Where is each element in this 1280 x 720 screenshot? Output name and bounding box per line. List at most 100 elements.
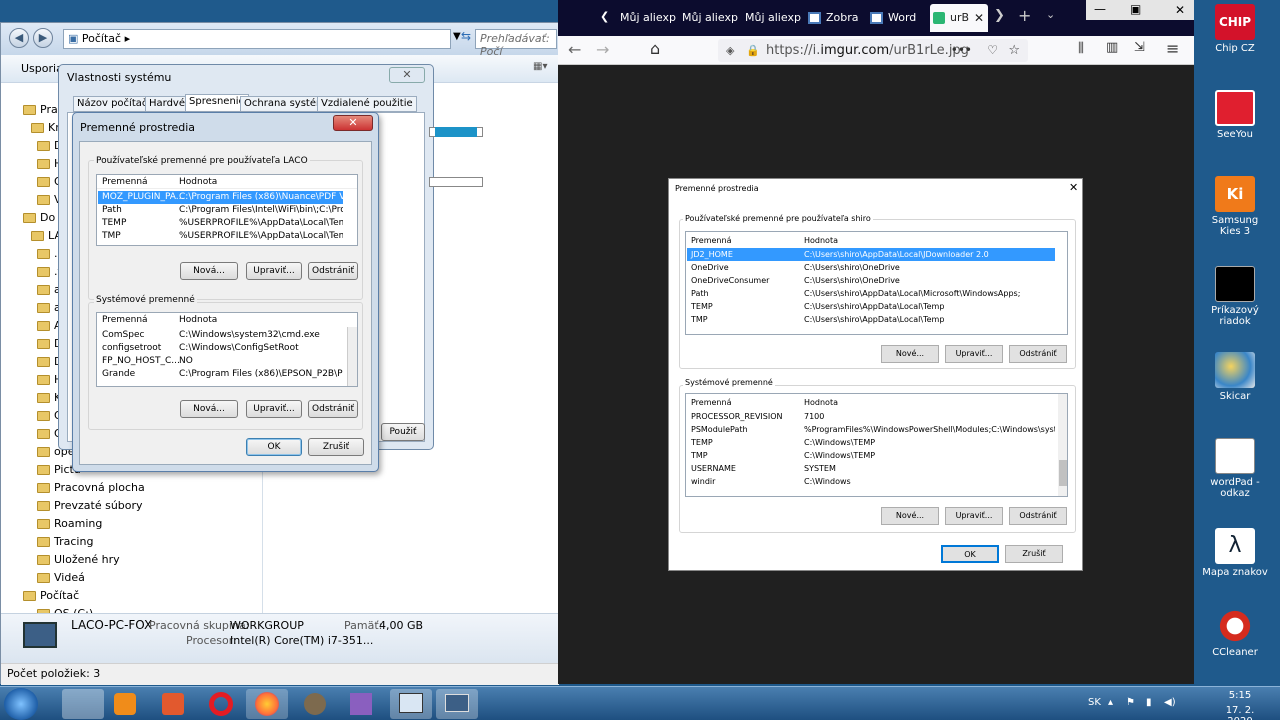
tree-item[interactable]: Prevzaté súbory: [37, 497, 287, 515]
url-bar[interactable]: ◈ 🔒 https://i.imgur.com/urB1rLe.jpg ••• …: [718, 39, 1028, 62]
more-actions-icon[interactable]: •••: [951, 39, 972, 62]
progress-bar-empty: [429, 177, 483, 187]
folder-icon: [37, 267, 50, 277]
start-button[interactable]: [4, 688, 38, 720]
list-row[interactable]: TEMP %USERPROFILE%\AppData\Local\Temp: [98, 217, 343, 230]
tree-item[interactable]: Tracing: [37, 533, 287, 551]
user-new-button[interactable]: Nová...: [180, 262, 238, 280]
address-field[interactable]: ▣ Počítač ▸: [63, 29, 451, 49]
back-icon[interactable]: ◀: [9, 28, 29, 48]
menu-icon[interactable]: ≡: [1166, 39, 1179, 58]
column-header[interactable]: Premenná: [102, 314, 148, 327]
close-window-icon[interactable]: ✕: [1166, 0, 1194, 20]
maximize-icon[interactable]: ▣: [1130, 2, 1141, 16]
dropdown-icon[interactable]: ▼: [453, 31, 461, 42]
taskbar-app2-icon[interactable]: [340, 689, 382, 719]
system-edit-button[interactable]: Upraviť...: [246, 400, 302, 418]
taskbar-sysprops-icon[interactable]: [390, 689, 432, 719]
scrollbar[interactable]: [347, 327, 357, 386]
taskbar-firefox-icon[interactable]: [246, 689, 288, 719]
list-row[interactable]: ComSpec C:\Windows\system32\cmd.exe: [98, 329, 343, 342]
desktop-icon-chip[interactable]: CHIP Chip CZ: [1200, 4, 1270, 54]
clock-time[interactable]: 5:15: [1212, 690, 1268, 701]
taskbar-gimp-icon[interactable]: [294, 689, 336, 719]
desktop-icon-ccleaner[interactable]: CCleaner: [1200, 608, 1270, 658]
tree-item[interactable]: Počítač: [23, 587, 273, 605]
user-edit-button: Upraviť...: [945, 345, 1003, 363]
desktop-icon-wordpad[interactable]: wordPad - odkaz: [1200, 438, 1270, 499]
desktop-icon-paint[interactable]: Skicar: [1200, 352, 1270, 402]
cpu-value: Intel(R) Core(TM) i7-351...: [230, 634, 374, 647]
close-icon[interactable]: ✕: [389, 67, 425, 83]
refresh-icon[interactable]: ⇆: [461, 29, 473, 43]
list-row[interactable]: TMP %USERPROFILE%\AppData\Local\Temp: [98, 230, 343, 243]
list-row[interactable]: Path C:\Program Files\Intel\WiFi\bin\;C:\…: [98, 204, 343, 217]
browser-tab[interactable]: Můj aliexp: [741, 4, 801, 32]
list-row[interactable]: FP_NO_HOST_C... NO: [98, 355, 343, 368]
network-icon[interactable]: ▮: [1146, 697, 1152, 708]
list-row[interactable]: MOZ_PLUGIN_PA... C:\Program Files (x86)\N…: [98, 191, 343, 204]
tree-item[interactable]: Pracovná plocha: [37, 479, 287, 497]
tree-item[interactable]: Uložené hry: [37, 551, 287, 569]
tree-item[interactable]: Roaming: [37, 515, 287, 533]
sidebar-icon[interactable]: ▥: [1106, 40, 1118, 55]
desktop-icon-charmap[interactable]: λ Mapa znakov: [1200, 528, 1270, 578]
var-value: C:\Users\shiro\AppData\Local\JDownloader…: [804, 250, 989, 259]
close-icon[interactable]: ✕: [333, 115, 373, 131]
taskbar-computer-icon[interactable]: [436, 689, 478, 719]
desktop-icon-cmd[interactable]: Príkazový riadok: [1200, 266, 1270, 327]
user-delete-button[interactable]: Odstrániť: [308, 262, 358, 280]
minimize-icon[interactable]: —: [1094, 2, 1106, 16]
folder-icon: [37, 555, 50, 565]
search-input[interactable]: Prehľadávať: Počí: [475, 29, 557, 58]
list-row[interactable]: Grande C:\Program Files (x86)\EPSON_P2B\P…: [98, 368, 343, 381]
tab-remote[interactable]: Vzdialené použitie: [317, 96, 417, 112]
desktop-icon-kies[interactable]: Ki Samsung Kies 3: [1200, 176, 1270, 237]
bookmark-star-icon[interactable]: ☆: [1008, 39, 1020, 62]
tab-list-icon[interactable]: ⌄: [1046, 8, 1055, 21]
library-icon[interactable]: ⫼: [1078, 41, 1084, 56]
ok-button[interactable]: OK: [246, 438, 302, 456]
new-tab-icon[interactable]: +: [1018, 6, 1031, 25]
system-delete-button[interactable]: Odstrániť: [308, 400, 358, 418]
forward-icon[interactable]: →: [596, 40, 609, 59]
column-header[interactable]: Hodnota: [179, 176, 217, 188]
home-icon[interactable]: ⌂: [650, 39, 660, 58]
system-vars-list[interactable]: Premenná Hodnota ComSpec C:\Windows\syste…: [96, 312, 358, 387]
taskbar-media-icon[interactable]: [104, 689, 146, 719]
flag-icon[interactable]: ⚑: [1126, 697, 1135, 708]
folder-icon: [23, 213, 36, 223]
taskbar-app-icon[interactable]: [152, 689, 194, 719]
view-icon[interactable]: ▦▾: [533, 61, 547, 72]
var-name: FP_NO_HOST_C...: [102, 356, 180, 366]
language-indicator[interactable]: SK: [1088, 697, 1101, 708]
clock-date[interactable]: 17. 2. 2020: [1212, 705, 1268, 720]
tray-expand-icon[interactable]: ▴: [1108, 697, 1113, 708]
column-header[interactable]: Hodnota: [179, 314, 217, 327]
cancel-button[interactable]: Zrušiť: [308, 438, 364, 456]
tree-item[interactable]: Videá: [37, 569, 287, 587]
column-header[interactable]: Premenná: [102, 176, 148, 188]
taskbar-opera-icon[interactable]: [200, 689, 242, 719]
browser-tab-active[interactable]: urB ✕: [930, 4, 988, 32]
tab-scroll-right-icon[interactable]: ❯: [994, 8, 1005, 23]
list-row[interactable]: configsetroot C:\Windows\ConfigSetRoot: [98, 342, 343, 355]
user-edit-button[interactable]: Upraviť...: [246, 262, 302, 280]
browser-tab[interactable]: Word: [868, 4, 928, 32]
browser-tab[interactable]: Zobra: [806, 4, 866, 32]
desktop-icon-seeyou[interactable]: SeeYou: [1200, 90, 1270, 140]
forward-icon[interactable]: ▶: [33, 28, 53, 48]
browser-tab[interactable]: Můj aliexp: [616, 4, 676, 32]
extension-icon[interactable]: ⇲: [1134, 40, 1145, 55]
user-vars-list[interactable]: Premenná Hodnota MOZ_PLUGIN_PA... C:\Prog…: [96, 174, 358, 246]
back-icon[interactable]: ←: [568, 40, 581, 59]
close-tab-icon[interactable]: ✕: [974, 4, 984, 32]
pocket-icon[interactable]: ♡: [987, 39, 998, 62]
tab-scroll-left-icon[interactable]: ❮: [600, 10, 609, 23]
taskbar-explorer-icon[interactable]: [62, 689, 104, 719]
folder-icon: [37, 357, 50, 367]
volume-icon[interactable]: ◀): [1164, 697, 1176, 708]
apply-button[interactable]: Použiť: [381, 423, 425, 441]
system-new-button[interactable]: Nová...: [180, 400, 238, 418]
browser-tab[interactable]: Můj aliexp: [678, 4, 738, 32]
